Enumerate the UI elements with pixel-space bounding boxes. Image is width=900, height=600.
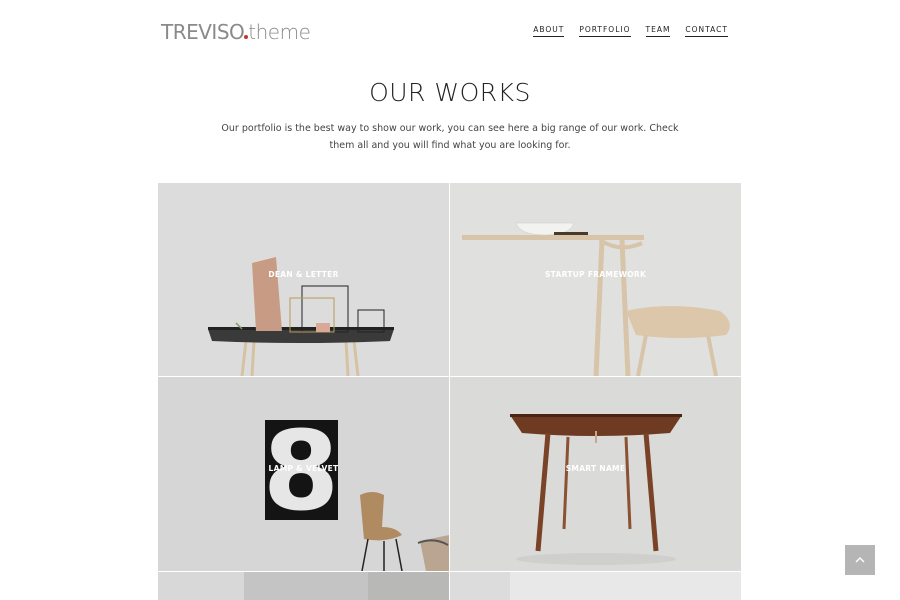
nav-team[interactable]: TEAM <box>645 25 671 37</box>
furniture-photo <box>450 183 741 376</box>
desk-photo <box>158 183 449 376</box>
section-description: Our portfolio is the best way to show ou… <box>221 123 679 151</box>
logo-suffix: theme <box>248 20 311 44</box>
portfolio-item-partial[interactable] <box>158 572 449 600</box>
poster-chair-photo: 8 <box>158 377 449 571</box>
portfolio-item-dean-letter[interactable]: DEAN & LETTER <box>158 183 449 376</box>
table-photo <box>450 377 741 571</box>
scroll-top-button[interactable] <box>845 545 875 575</box>
logo[interactable]: TREVISO theme <box>161 20 311 44</box>
partial-photo <box>450 572 741 600</box>
section-title: OUR WORKS <box>369 78 531 107</box>
portfolio-item-label: LAMP & VELVET <box>268 464 339 473</box>
portfolio-item-lamp-velvet[interactable]: 8 LAMP & VELVET <box>158 377 449 571</box>
nav-about[interactable]: ABOUT <box>533 25 565 37</box>
chevron-up-icon <box>855 557 865 563</box>
logo-brand: TREVISO <box>161 20 245 44</box>
portfolio-item-label: STARTUP FRAMEWORK <box>544 270 647 279</box>
portfolio-grid: DEAN & LETTER STARTUP FRAMEWORK 8 LAMP &… <box>158 183 741 600</box>
main-nav: ABOUT PORTFOLIO TEAM CONTACT <box>533 25 728 37</box>
portfolio-item-smart-name[interactable]: SMART NAME <box>450 377 741 571</box>
portfolio-item-label: DEAN & LETTER <box>268 270 339 279</box>
portfolio-item-startup-framework[interactable]: STARTUP FRAMEWORK <box>450 183 741 376</box>
portfolio-item-partial[interactable] <box>450 572 741 600</box>
nav-portfolio[interactable]: PORTFOLIO <box>579 25 631 37</box>
portfolio-item-label: SMART NAME <box>565 464 626 473</box>
site-header: TREVISO theme ABOUT PORTFOLIO TEAM CONTA… <box>0 0 900 60</box>
partial-photo <box>158 572 449 600</box>
nav-contact[interactable]: CONTACT <box>685 25 728 37</box>
